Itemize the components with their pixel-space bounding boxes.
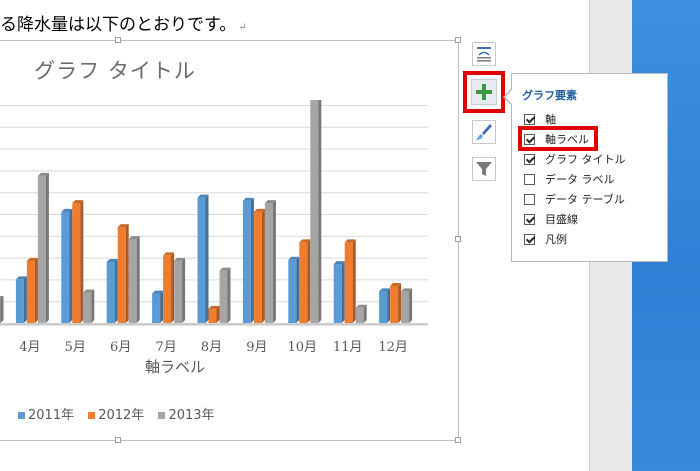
bar-2011年-9月 — [242, 197, 254, 323]
highlight-annotation — [518, 126, 598, 151]
document-paragraph[interactable]: る降水量は以下のとおりです。 ↵ — [0, 10, 247, 35]
legend-label: 2013年 — [168, 408, 215, 423]
bar-2012年-8月 — [208, 305, 220, 323]
chart-plot: 4月 5月 6月 7月 8月 9月 10月 11月 12月 — [0, 100, 428, 355]
checkbox-box[interactable] — [524, 173, 535, 185]
x-tick-label: 6月 — [110, 340, 131, 355]
chart-legend[interactable]: 2011年 2012年 2013年 — [18, 404, 225, 423]
bar-2012年-7月 — [163, 252, 175, 323]
bar-2012年-10月 — [299, 239, 311, 323]
bar-2012年-6月 — [117, 224, 129, 323]
x-tick-label: 10月 — [288, 340, 318, 355]
bar-2011年-8月 — [197, 194, 209, 323]
checkbox-label: 目盛線 — [545, 213, 578, 226]
chart-styles-button[interactable] — [472, 120, 496, 144]
legend-label: 2011年 — [28, 408, 75, 423]
bar-2013年-9月 — [264, 200, 276, 323]
legend-label: 2012年 — [98, 408, 145, 423]
funnel-icon — [476, 162, 492, 176]
bar-2012年-12月 — [390, 282, 402, 323]
checkbox-box[interactable] — [524, 153, 535, 165]
bar-2012年-9月 — [253, 208, 265, 323]
checkbox-label: データ ラベル — [545, 173, 615, 186]
bar-2013年-11月 — [355, 304, 367, 323]
x-tick-label: 7月 — [155, 340, 176, 355]
bar-2012年-4月 — [26, 257, 38, 323]
resize-handle-top[interactable] — [115, 37, 121, 43]
bar-2013年-12月 — [401, 288, 413, 323]
checkbox-box[interactable] — [524, 113, 535, 125]
panel-title: グラフ要素 — [522, 89, 577, 102]
chart-elements-button[interactable] — [463, 71, 505, 113]
x-axis-title[interactable]: 軸ラベル — [95, 356, 255, 377]
bar-2011年-6月 — [106, 258, 118, 323]
x-tick-label: 5月 — [65, 340, 86, 355]
bar-2011年-10月 — [288, 256, 300, 323]
plus-icon — [476, 84, 492, 100]
checkbox-chart-title[interactable]: グラフ タイトル — [524, 151, 626, 169]
checkbox-data-labels[interactable]: データ ラベル — [524, 171, 615, 189]
bar-2013年-8月 — [219, 267, 231, 323]
checkbox-label: グラフ タイトル — [545, 153, 626, 166]
checkbox-label: 凡例 — [545, 233, 567, 246]
legend-swatch — [158, 412, 166, 419]
bar-2013年-6月 — [128, 236, 140, 323]
x-tick-label: 8月 — [201, 340, 222, 355]
paragraph-mark: ↵ — [238, 22, 247, 33]
checkbox-label: 軸 — [545, 113, 556, 126]
legend-item: 2013年 — [158, 404, 215, 423]
bar-2011年-12月 — [379, 288, 391, 323]
bar-2011年-4月 — [15, 276, 27, 323]
x-tick-label: 4月 — [19, 340, 40, 355]
x-tick-label: 11月 — [333, 340, 363, 355]
bar-2013年-10月 — [310, 100, 322, 323]
bar-2012年-11月 — [344, 239, 356, 323]
resize-handle-bottom[interactable] — [115, 437, 121, 443]
checkbox-gridlines[interactable]: 目盛線 — [524, 211, 578, 229]
bar-2011年-5月 — [61, 208, 73, 323]
legend-swatch — [88, 412, 96, 419]
bar-2011年-7月 — [152, 290, 164, 323]
paintbrush-icon — [476, 124, 492, 140]
bar-2013年-3月 — [0, 296, 4, 323]
bar-2012年-5月 — [72, 200, 84, 323]
x-tick-label: 9月 — [246, 340, 267, 355]
bar-2013年-7月 — [174, 257, 186, 323]
x-tick-label: 12月 — [378, 340, 408, 355]
checkbox-legend[interactable]: 凡例 — [524, 231, 567, 249]
layout-options-icon — [477, 47, 491, 62]
paragraph-text: る降水量は以下のとおりです。 — [0, 15, 237, 35]
bar-2013年-4月 — [37, 172, 49, 323]
legend-item: 2012年 — [88, 404, 144, 423]
checkbox-box[interactable] — [524, 213, 535, 225]
checkbox-data-table[interactable]: データ テーブル — [524, 191, 625, 209]
legend-swatch — [18, 412, 25, 419]
flyout-pointer-fill — [505, 89, 513, 105]
resize-handle-bottom-right[interactable] — [455, 437, 461, 443]
bar-2011年-11月 — [333, 261, 345, 323]
legend-item: 2011年 — [18, 404, 74, 423]
layout-options-button[interactable] — [472, 42, 496, 66]
chart-filters-button[interactable] — [472, 157, 496, 181]
bar-2013年-5月 — [83, 289, 95, 323]
checkbox-box[interactable] — [524, 193, 535, 205]
checkbox-box[interactable] — [524, 233, 535, 245]
chart-elements-panel: グラフ要素 軸 軸ラベル グラフ タイトル データ ラベル データ テーブル 目… — [511, 73, 668, 262]
chart-title[interactable]: グラフ タイトル — [0, 55, 230, 85]
resize-handle-top-right[interactable] — [455, 37, 461, 43]
checkbox-label: データ テーブル — [545, 193, 625, 206]
